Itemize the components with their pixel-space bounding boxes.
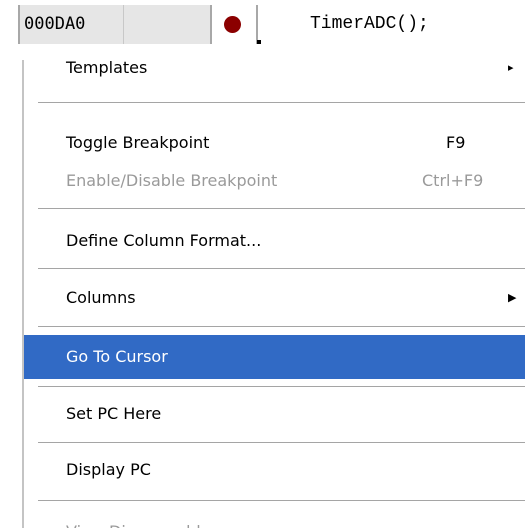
menu-item-label: Display PC [66,460,151,479]
menu-separator [38,500,525,502]
breakpoint-cell[interactable] [210,5,258,44]
menu-item-label: Go To Cursor [66,347,168,366]
menu-item-label: Enable/Disable Breakpoint [66,171,278,190]
submenu-arrow-icon: ▶ [508,291,517,304]
menu-separator [38,442,525,444]
menu-separator [38,102,525,104]
opcode-cell [124,5,211,44]
menu-item-enable-disable-breakpoint: Enable/Disable Breakpoint Ctrl+F9 [24,159,525,203]
menu-item-label: Set PC Here [66,404,162,423]
menu-item-label: Templates [66,60,148,77]
menu-item-label: Columns [66,288,136,307]
address-cell: 000DA0 [18,5,124,44]
menu-separator [38,326,525,328]
menu-item-shortcut: Ctrl+F9 [422,171,484,190]
disassembly-row[interactable]: 000DA0 TimerADC(); [0,0,525,50]
submenu-arrow-icon: ▸ [508,61,514,74]
breakpoint-dot-icon [224,16,241,33]
menu-item-go-to-cursor[interactable]: Go To Cursor [24,335,525,379]
source-code-text: TimerADC(); [310,14,429,34]
menu-item-label: View Disassembly [66,512,210,528]
menu-item-set-pc-here[interactable]: Set PC Here [24,392,525,436]
menu-item-define-column-format[interactable]: Define Column Format... [24,219,525,263]
menu-separator [38,268,525,270]
text-cursor [257,40,261,44]
context-menu: Templates ▸ Toggle Breakpoint F9 Enable/… [22,60,525,528]
menu-item-label: Define Column Format... [66,231,262,250]
menu-item-display-pc[interactable]: Display PC [24,448,525,492]
menu-separator [38,386,525,388]
menu-item-templates[interactable]: Templates ▸ [24,60,525,90]
menu-item-view-disassembly: View Disassembly [24,512,525,528]
menu-item-columns[interactable]: Columns ▶ [24,276,525,320]
menu-separator [38,208,525,210]
